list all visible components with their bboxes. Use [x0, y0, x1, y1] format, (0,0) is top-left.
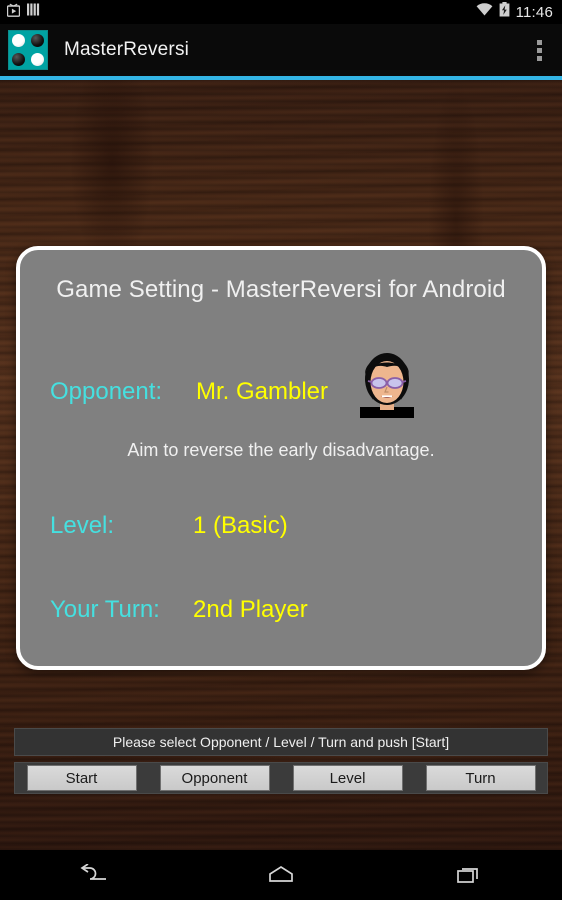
reversi-board-icon	[8, 30, 48, 70]
opponent-description: Aim to reverse the early disadvantage.	[127, 440, 435, 460]
status-bar-clock: 11:46	[515, 3, 553, 21]
status-message-text: Please select Opponent / Level / Turn an…	[112, 734, 450, 750]
button-row: Start Opponent Level Turn	[14, 762, 548, 794]
app-title: MasterReversi	[64, 39, 190, 60]
dialog-title: Game Setting - MasterReversi for Android	[56, 276, 506, 303]
opponent-label: Opponent:	[50, 378, 163, 405]
white-disc	[12, 34, 25, 47]
level-value[interactable]: 1 (Basic)	[193, 512, 288, 540]
gambler-face-avatar	[356, 350, 418, 418]
navigation-bar	[0, 850, 562, 900]
turn-value[interactable]: 2nd Player	[193, 596, 308, 624]
home-icon[interactable]	[253, 855, 309, 895]
level-label: Level:	[50, 512, 115, 539]
board-cell-bl	[9, 50, 28, 69]
board-cell-tr	[28, 31, 47, 50]
board-cell-br	[28, 50, 47, 69]
level-row: Level: 1 (Basic)	[50, 512, 288, 540]
game-setting-dialog: Game Setting - MasterReversi for Android…	[16, 246, 546, 670]
wifi-icon	[476, 3, 493, 21]
overflow-menu-icon[interactable]	[537, 39, 542, 61]
start-button[interactable]: Start	[26, 765, 137, 791]
turn-button[interactable]: Turn	[425, 765, 536, 791]
black-disc	[31, 34, 44, 47]
opponent-button[interactable]: Opponent	[159, 765, 270, 791]
battery-charging-icon	[499, 2, 510, 22]
striped-bars-icon	[27, 3, 40, 21]
status-bar-right-icons: 11:46	[476, 2, 562, 22]
white-disc	[31, 53, 44, 66]
turn-row: Your Turn: 2nd Player	[50, 596, 308, 624]
status-bar-left-icons	[0, 3, 40, 22]
turn-label: Your Turn:	[50, 596, 160, 623]
play-store-icon	[6, 3, 21, 22]
black-disc	[12, 53, 25, 66]
screen: 11:46 MasterReversi Game Setting - Maste…	[0, 0, 562, 900]
action-bar: MasterReversi	[0, 24, 562, 76]
status-message-bar: Please select Opponent / Level / Turn an…	[14, 728, 548, 756]
status-bar: 11:46	[0, 0, 562, 24]
opponent-value[interactable]: Mr. Gambler	[196, 378, 328, 406]
board-cell-tl	[9, 31, 28, 50]
recents-icon[interactable]	[440, 855, 496, 895]
back-icon[interactable]	[66, 855, 122, 895]
level-button[interactable]: Level	[292, 765, 403, 791]
opponent-row: Opponent: Mr. Gambler	[50, 378, 328, 406]
